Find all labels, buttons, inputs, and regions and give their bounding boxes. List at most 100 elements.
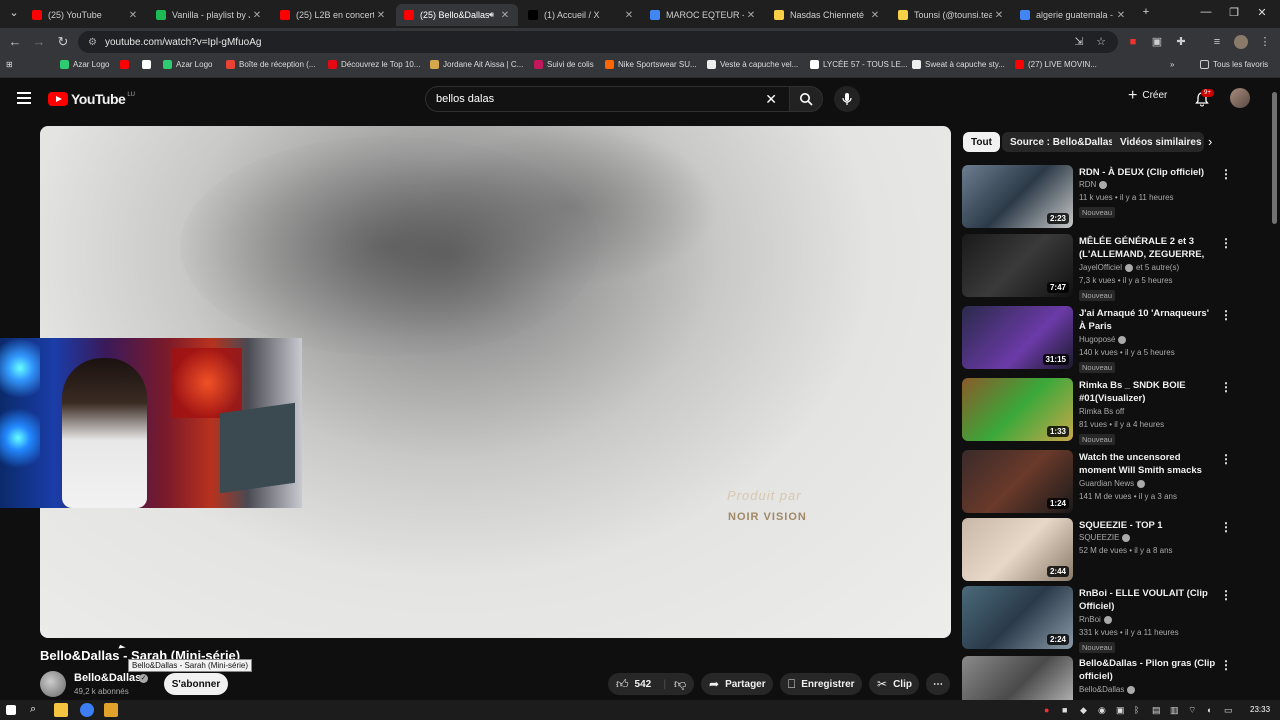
close-window-icon[interactable]: ✕ (1252, 6, 1272, 19)
recommended-channel[interactable]: Guardian News (1079, 479, 1146, 488)
clip-button[interactable]: ✂ Clip (869, 673, 919, 695)
bookmark-item[interactable]: Nike Sportswear SU... (605, 60, 697, 69)
search-icon[interactable]: ⌕ (30, 703, 44, 717)
recommended-channel[interactable]: Rimka Bs off (1079, 407, 1124, 416)
windows-start-icon[interactable] (6, 705, 16, 715)
extension-icon-2[interactable]: ▣ (1150, 35, 1164, 49)
bookmark-item[interactable] (142, 60, 155, 69)
bookmark-item[interactable]: Boîte de réception (... (226, 60, 316, 69)
forward-icon[interactable]: → (30, 34, 48, 49)
recommended-video-title[interactable]: J'ai Arnaqué 10 'Arnaqueurs' À Paris (1079, 307, 1217, 333)
bluetooth-icon[interactable]: ᛒ (1134, 705, 1139, 715)
media-control-icon[interactable]: ≡ (1210, 35, 1224, 49)
browser-tab[interactable]: (25) YouTube ✕ (24, 4, 146, 26)
like-count[interactable]: 542 (635, 679, 652, 690)
extensions-puzzle-icon[interactable]: ✚ (1174, 35, 1188, 49)
share-button[interactable]: ➦ Partager (701, 673, 773, 695)
more-vertical-icon[interactable]: ⋮ (1220, 236, 1232, 250)
recommended-video-title[interactable]: MÊLÉE GÉNÉRALE 2 et 3 (L'ALLEMAND, ZEGUE… (1079, 235, 1217, 261)
back-icon[interactable]: ← (6, 34, 24, 49)
volume-icon[interactable]: ◖ (1206, 705, 1211, 715)
browser-tab[interactable]: Nasdas Chienneté ✕ (766, 4, 888, 26)
recommended-video-title[interactable]: Bello&Dallas - Pilon gras (Clip officiel… (1079, 657, 1217, 683)
bookmark-item[interactable] (120, 60, 133, 69)
bookmark-item[interactable]: Découvrez le Top 10... (328, 60, 420, 69)
recommended-channel[interactable]: RDN (1079, 180, 1108, 189)
close-tab-icon[interactable]: ✕ (1114, 10, 1128, 21)
recommended-video[interactable]: 7:47 MÊLÉE GÉNÉRALE 2 et 3 (L'ALLEMAND, Z… (962, 234, 1232, 301)
chip-similar[interactable]: Vidéos similaires (1112, 132, 1204, 152)
video-thumbnail[interactable]: 1:24 (962, 450, 1073, 513)
close-tab-icon[interactable]: ✕ (992, 10, 1006, 21)
recommended-channel[interactable]: JayelOfficiel et 5 autre(s) (1079, 263, 1179, 272)
close-tab-icon[interactable]: ✕ (374, 10, 388, 21)
bookmark-item[interactable]: Azar Logo (60, 60, 109, 69)
subscribe-button[interactable]: S'abonner (164, 673, 228, 695)
install-app-icon[interactable]: ⇲ (1072, 35, 1086, 49)
bookmark-item[interactable]: (27) LIVE MOVIN... (1015, 60, 1097, 69)
video-thumbnail[interactable]: 31:15 (962, 306, 1073, 369)
search-input[interactable]: bellos dalas ✕ (425, 86, 789, 112)
recommended-video-title[interactable]: SQUEEZIE - TOP 1 (1079, 519, 1217, 532)
browser-tab[interactable]: MAROC EQTEUR - Re✕ (642, 4, 764, 26)
browser-tab[interactable]: (25) Bello&Dallas 🔊︎ ✕ (396, 4, 518, 26)
close-tab-icon[interactable]: ✕ (126, 10, 140, 21)
create-button[interactable]: + Créer (1128, 87, 1167, 103)
recommended-channel[interactable]: RnBoi (1079, 615, 1112, 624)
more-vertical-icon[interactable]: ⋮ (1220, 658, 1232, 672)
recommended-video[interactable]: 1:33 Rimka Bs _ SNDK BOIE #01(Visualizer)… (962, 378, 1232, 445)
tab-search-icon[interactable]: ⌄ (4, 6, 24, 19)
browser-tab[interactable]: (1) Accueil / X ✕ (520, 4, 642, 26)
thumbs-up-icon[interactable]: 👍︎ (616, 677, 629, 692)
video-thumbnail[interactable]: 2:24 (962, 586, 1073, 649)
recommended-video[interactable]: 2:23 RDN - À DEUX (Clip officiel) RDN 11 k … (962, 165, 1232, 229)
all-bookmarks[interactable]: Tous les favoris (1200, 60, 1268, 69)
bookmarks-overflow-icon[interactable]: » (1170, 60, 1174, 69)
more-actions-button[interactable]: ⋯ (926, 673, 950, 695)
close-tab-icon[interactable]: ✕ (868, 10, 882, 21)
close-tab-icon[interactable]: ✕ (622, 10, 636, 21)
apps-grid-icon[interactable]: ⊞ (6, 60, 13, 69)
tray-icon-1[interactable]: ● (1044, 705, 1049, 715)
search-button[interactable] (789, 86, 823, 112)
audio-playing-icon[interactable]: 🔊︎ (489, 10, 494, 20)
more-vertical-icon[interactable]: ⋮ (1220, 308, 1232, 322)
bookmark-item[interactable]: LYCÉE 57 - TOUS LE... (810, 60, 907, 69)
more-vertical-icon[interactable]: ⋮ (1220, 588, 1232, 602)
recommended-video-title[interactable]: Watch the uncensored moment Will Smith s… (1079, 451, 1217, 477)
save-button[interactable]: ⎕ Enregistrer (780, 673, 862, 695)
extension-icon[interactable]: ■ (1126, 35, 1140, 49)
site-info-icon[interactable]: ⚙ (88, 37, 97, 48)
clear-search-icon[interactable]: ✕ (765, 91, 777, 108)
tray-icon-5[interactable]: ▣ (1116, 705, 1125, 716)
chrome-icon[interactable] (80, 703, 94, 717)
battery-icon[interactable]: ▭ (1224, 705, 1233, 716)
menu-hamburger-icon[interactable] (17, 92, 31, 104)
bookmark-item[interactable]: Azar Logo (163, 60, 212, 69)
recommended-channel[interactable]: Hugoposé (1079, 335, 1127, 344)
tray-icon-3[interactable]: ◆ (1080, 705, 1087, 716)
address-bar[interactable]: ⚙ youtube.com/watch?v=Ipl-gMfuoAg (78, 31, 1118, 53)
tray-icon-4[interactable]: ◉ (1098, 705, 1106, 716)
recommended-video[interactable]: 2:44 SQUEEZIE - TOP 1 SQUEEZIE 52 M de vues… (962, 518, 1232, 582)
more-vertical-icon[interactable]: ⋮ (1220, 167, 1232, 181)
recommended-video[interactable]: 2:24 RnBoi - ELLE VOULAIT (Clip Officiel)… (962, 586, 1232, 653)
profile-avatar[interactable] (1234, 35, 1248, 49)
browser-tab[interactable]: algerie guatemala - R ✕ (1012, 4, 1134, 26)
chip-all[interactable]: Tout (963, 132, 1000, 152)
video-thumbnail[interactable]: 2:23 (962, 165, 1073, 228)
recommended-video[interactable]: 1:24 Watch the uncensored moment Will Smi… (962, 450, 1232, 514)
recommended-video-title[interactable]: Rimka Bs _ SNDK BOIE #01(Visualizer) (1079, 379, 1217, 405)
account-avatar[interactable] (1230, 88, 1250, 108)
bookmark-star-icon[interactable]: ☆ (1094, 35, 1108, 49)
tray-icon-2[interactable]: ■ (1062, 705, 1067, 715)
network-icon[interactable]: ⌔ (1188, 705, 1196, 716)
more-vertical-icon[interactable]: ⋮ (1220, 452, 1232, 466)
close-tab-icon[interactable]: ✕ (498, 10, 512, 21)
browser-tab[interactable]: Tounsi (@tounsi.team✕ (890, 4, 1012, 26)
tray-icon-7[interactable]: ▥ (1170, 705, 1179, 716)
browser-tab[interactable]: Vanilla - playlist by Jo ✕ (148, 4, 270, 26)
restore-icon[interactable]: ❐ (1224, 6, 1244, 19)
more-vertical-icon[interactable]: ⋮ (1220, 520, 1232, 534)
recommended-video-title[interactable]: RDN - À DEUX (Clip officiel) (1079, 166, 1217, 179)
